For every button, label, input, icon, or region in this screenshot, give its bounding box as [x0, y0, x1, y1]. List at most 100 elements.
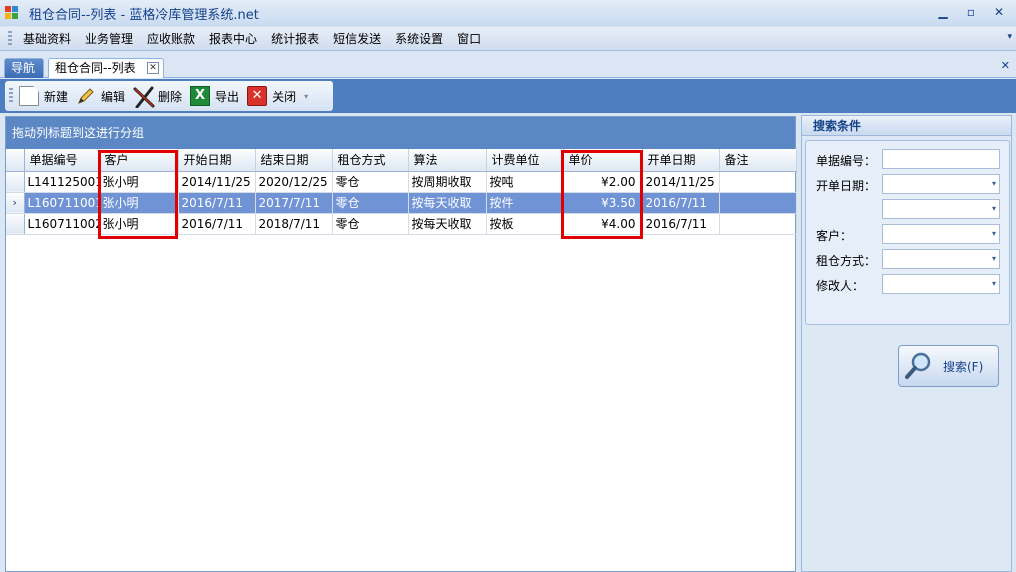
issue-date-label: 开单日期： — [816, 179, 877, 193]
column-header-start-date[interactable]: 开始日期 — [178, 149, 256, 172]
search-panel: 搜索条件 单据编号： 开单日期： ▾ ▾ 客户： ▾ 租仓方式： ▾ 修改人： … — [801, 115, 1012, 572]
contract-grid: 拖动列标题到这进行分组 单据编号 客户 开始日期 结束日期 租仓方式 算法 计费… — [5, 116, 797, 572]
toolbar-grip[interactable] — [9, 88, 13, 104]
menu-report-center[interactable]: 报表中心 — [202, 27, 264, 51]
cell-unit-price[interactable]: ¥2.00 — [563, 171, 643, 193]
close-all-tabs-icon[interactable]: ✕ — [1001, 59, 1010, 72]
restore-button[interactable]: ▫ — [960, 4, 982, 21]
issue-date-from-picker[interactable]: ▾ — [882, 174, 1000, 194]
title-bar: 租仓合同--列表 - 蓝格冷库管理系统.net ▁ ▫ ✕ — [0, 0, 1016, 26]
tab-rent-contract-list[interactable]: 租仓合同--列表 ✕ — [48, 58, 164, 78]
row-indicator-header[interactable] — [6, 149, 25, 172]
row-indicator[interactable] — [6, 213, 25, 235]
delete-button[interactable]: 删除 — [131, 86, 188, 108]
tab-close-icon[interactable]: ✕ — [147, 62, 159, 74]
dropdown-arrow-icon[interactable]: ▾ — [992, 229, 996, 238]
cell-remark[interactable] — [719, 171, 797, 193]
menu-settings[interactable]: 系统设置 — [388, 27, 450, 51]
group-by-panel[interactable]: 拖动列标题到这进行分组 — [6, 117, 795, 149]
search-button-label: 搜索(F) — [943, 359, 984, 374]
row-indicator[interactable] — [6, 171, 25, 193]
cell-start-date[interactable]: 2016/7/11 — [178, 192, 256, 214]
modifier-row: 修改人： ▾ — [806, 274, 1011, 296]
cell-end-date[interactable]: 2018/7/11 — [255, 213, 333, 235]
cell-issue-date[interactable]: 2016/7/11 — [642, 192, 720, 214]
column-header-rent-mode[interactable]: 租仓方式 — [332, 149, 409, 172]
column-header-billing-unit[interactable]: 计费单位 — [486, 149, 564, 172]
column-header-unit-price[interactable]: 单价 — [563, 149, 643, 172]
cell-algorithm[interactable]: 按每天收取 — [408, 192, 487, 214]
menu-receivables[interactable]: 应收账款 — [140, 27, 202, 51]
export-button[interactable]: X 导出 — [188, 86, 245, 106]
menu-statistics[interactable]: 统计报表 — [264, 27, 326, 51]
cell-issue-date[interactable]: 2016/7/11 — [642, 213, 720, 235]
column-header-remark[interactable]: 备注 — [719, 149, 797, 172]
column-header-customer[interactable]: 客户 — [99, 149, 179, 172]
cell-billing-unit[interactable]: 按件 — [486, 192, 564, 214]
dropdown-arrow-icon[interactable]: ▾ — [992, 254, 996, 263]
menu-basic-data[interactable]: 基础资料 — [16, 27, 78, 51]
table-row-selected[interactable]: › L160711001 张小明 2016/7/11 2017/7/11 零仓 … — [6, 192, 797, 214]
menu-overflow-icon[interactable]: ▾ — [1007, 32, 1012, 42]
cell-doc-no[interactable]: L160711002 — [24, 213, 100, 235]
menu-business[interactable]: 业务管理 — [78, 27, 140, 51]
modifier-select[interactable]: ▾ — [882, 274, 1000, 294]
column-header-algorithm[interactable]: 算法 — [408, 149, 487, 172]
minimize-button[interactable]: ▁ — [932, 4, 954, 21]
cell-algorithm[interactable]: 按每天收取 — [408, 213, 487, 235]
table-row[interactable]: L160711002 张小明 2016/7/11 2018/7/11 零仓 按每… — [6, 213, 797, 235]
cell-rent-mode[interactable]: 零仓 — [332, 192, 409, 214]
contract-table: 单据编号 客户 开始日期 结束日期 租仓方式 算法 计费单位 单价 开单日期 备… — [6, 149, 797, 235]
column-header-doc-no[interactable]: 单据编号 — [24, 149, 100, 172]
cell-end-date[interactable]: 2020/12/25 — [255, 171, 333, 193]
menu-sms[interactable]: 短信发送 — [326, 27, 388, 51]
cell-rent-mode[interactable]: 零仓 — [332, 171, 409, 193]
menu-bar: 基础资料 业务管理 应收账款 报表中心 统计报表 短信发送 系统设置 窗口 ▾ — [0, 27, 1016, 51]
cell-customer[interactable]: 张小明 — [99, 192, 179, 214]
cell-customer[interactable]: 张小明 — [99, 213, 179, 235]
cell-start-date[interactable]: 2016/7/11 — [178, 213, 256, 235]
menu-grip[interactable] — [8, 30, 12, 47]
cell-remark[interactable] — [719, 192, 797, 214]
cell-unit-price[interactable]: ¥3.50 — [563, 192, 643, 214]
rent-mode-row: 租仓方式： ▾ — [806, 249, 1011, 271]
doc-no-label: 单据编号： — [816, 154, 877, 168]
delete-x-icon — [133, 86, 155, 108]
column-header-issue-date[interactable]: 开单日期 — [642, 149, 720, 172]
column-header-end-date[interactable]: 结束日期 — [255, 149, 333, 172]
cell-billing-unit[interactable]: 按板 — [486, 213, 564, 235]
dropdown-arrow-icon[interactable]: ▾ — [992, 279, 996, 288]
cell-end-date[interactable]: 2017/7/11 — [255, 192, 333, 214]
cell-unit-price[interactable]: ¥4.00 — [563, 213, 643, 235]
menu-window[interactable]: 窗口 — [450, 27, 488, 51]
issue-date-to-picker[interactable]: ▾ — [882, 199, 1000, 219]
cell-remark[interactable] — [719, 213, 797, 235]
cell-doc-no[interactable]: L141125001 — [24, 171, 100, 193]
rent-mode-select[interactable]: ▾ — [882, 249, 1000, 269]
cell-algorithm[interactable]: 按周期收取 — [408, 171, 487, 193]
customer-row: 客户： ▾ — [806, 224, 1011, 246]
table-row[interactable]: L141125001 张小明 2014/11/25 2020/12/25 零仓 … — [6, 171, 797, 193]
new-button[interactable]: 新建 — [17, 86, 74, 106]
close-window-button[interactable]: ✕ — [988, 4, 1010, 21]
close-button-label: 关闭 — [272, 89, 297, 104]
cell-issue-date[interactable]: 2014/11/25 — [642, 171, 720, 193]
selected-row-indicator-icon[interactable]: › — [6, 192, 25, 214]
search-button[interactable]: 搜索(F) — [898, 345, 999, 387]
tab-navigation[interactable]: 导航 — [4, 58, 44, 78]
dropdown-arrow-icon[interactable]: ▾ — [992, 204, 996, 213]
cell-rent-mode[interactable]: 零仓 — [332, 213, 409, 235]
close-button[interactable]: ✕ 关闭 — [245, 86, 302, 106]
cell-customer[interactable]: 张小明 — [99, 171, 179, 193]
cell-start-date[interactable]: 2014/11/25 — [178, 171, 256, 193]
toolbar-area: 新建 编辑 删除 X 导出 ✕ 关闭 ▾ — [0, 79, 1016, 113]
table-header-row: 单据编号 客户 开始日期 结束日期 租仓方式 算法 计费单位 单价 开单日期 备… — [6, 149, 797, 172]
customer-select[interactable]: ▾ — [882, 224, 1000, 244]
doc-no-input[interactable] — [882, 149, 1000, 169]
cell-doc-no[interactable]: L160711001 — [24, 192, 100, 214]
toolbar-overflow-icon[interactable]: ▾ — [304, 92, 308, 101]
edit-button[interactable]: 编辑 — [74, 86, 131, 106]
new-button-label: 新建 — [44, 89, 69, 104]
dropdown-arrow-icon[interactable]: ▾ — [992, 179, 996, 188]
cell-billing-unit[interactable]: 按吨 — [486, 171, 564, 193]
